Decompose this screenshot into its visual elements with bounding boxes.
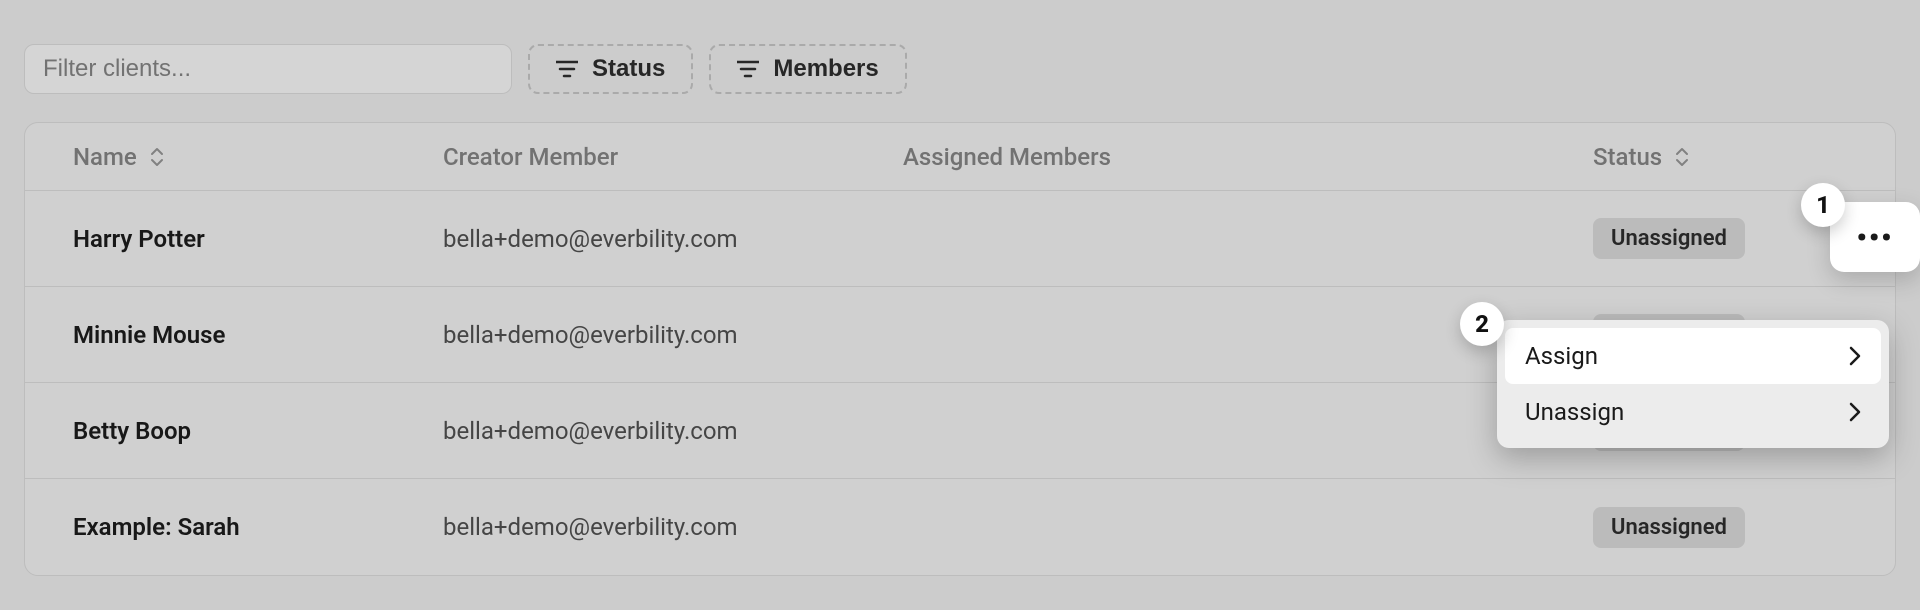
chevron-right-icon [1849, 402, 1861, 422]
status-filter-button[interactable]: Status [528, 44, 693, 94]
creator-email: bella+demo@everbility.com [443, 321, 903, 349]
client-name: Betty Boop [73, 417, 443, 445]
table-row[interactable]: Example: Sarah bella+demo@everbility.com… [25, 479, 1895, 575]
column-creator-label: Creator Member [443, 143, 618, 171]
menu-item-label: Unassign [1525, 398, 1624, 426]
table-header: Name Creator Member Assigned Members Sta… [25, 123, 1895, 191]
annotation-2: 2 [1460, 302, 1504, 346]
more-icon: ••• [1848, 217, 1901, 258]
context-menu: Assign Unassign [1497, 320, 1889, 448]
client-name: Example: Sarah [73, 513, 443, 541]
status-badge: Unassigned [1593, 218, 1745, 259]
column-status-label: Status [1593, 143, 1662, 171]
creator-email: bella+demo@everbility.com [443, 225, 903, 253]
creator-email: bella+demo@everbility.com [443, 417, 903, 445]
actions-cell: ••• [1853, 507, 1896, 548]
more-actions-button[interactable]: ••• [1890, 314, 1896, 355]
column-name[interactable]: Name [73, 143, 443, 171]
menu-item-label: Assign [1525, 342, 1598, 370]
status-badge: Unassigned [1593, 507, 1745, 548]
filter-icon [737, 60, 759, 78]
menu-item-assign[interactable]: Assign [1505, 328, 1881, 384]
column-assigned-label: Assigned Members [903, 143, 1111, 171]
more-actions-button[interactable]: ••• [1890, 507, 1896, 548]
more-actions-button[interactable]: ••• [1890, 410, 1896, 451]
filter-icon [556, 60, 578, 78]
client-name: Minnie Mouse [73, 321, 443, 349]
creator-email: bella+demo@everbility.com [443, 513, 903, 541]
filter-clients-input[interactable] [24, 44, 512, 94]
table-row[interactable]: Harry Potter bella+demo@everbility.com U… [25, 191, 1895, 287]
members-filter-button[interactable]: Members [709, 44, 906, 94]
column-assigned[interactable]: Assigned Members [903, 143, 1593, 171]
status-cell: Unassigned [1593, 507, 1853, 548]
status-filter-label: Status [592, 55, 665, 83]
chevron-right-icon [1849, 346, 1861, 366]
client-name: Harry Potter [73, 225, 443, 253]
column-creator[interactable]: Creator Member [443, 143, 903, 171]
members-filter-label: Members [773, 55, 878, 83]
column-status[interactable]: Status [1593, 143, 1853, 171]
menu-item-unassign[interactable]: Unassign [1505, 384, 1881, 440]
toolbar: Status Members [24, 44, 1896, 94]
sort-icon [149, 147, 165, 167]
column-name-label: Name [73, 143, 137, 171]
annotation-1: 1 [1801, 183, 1845, 227]
sort-icon [1674, 147, 1690, 167]
